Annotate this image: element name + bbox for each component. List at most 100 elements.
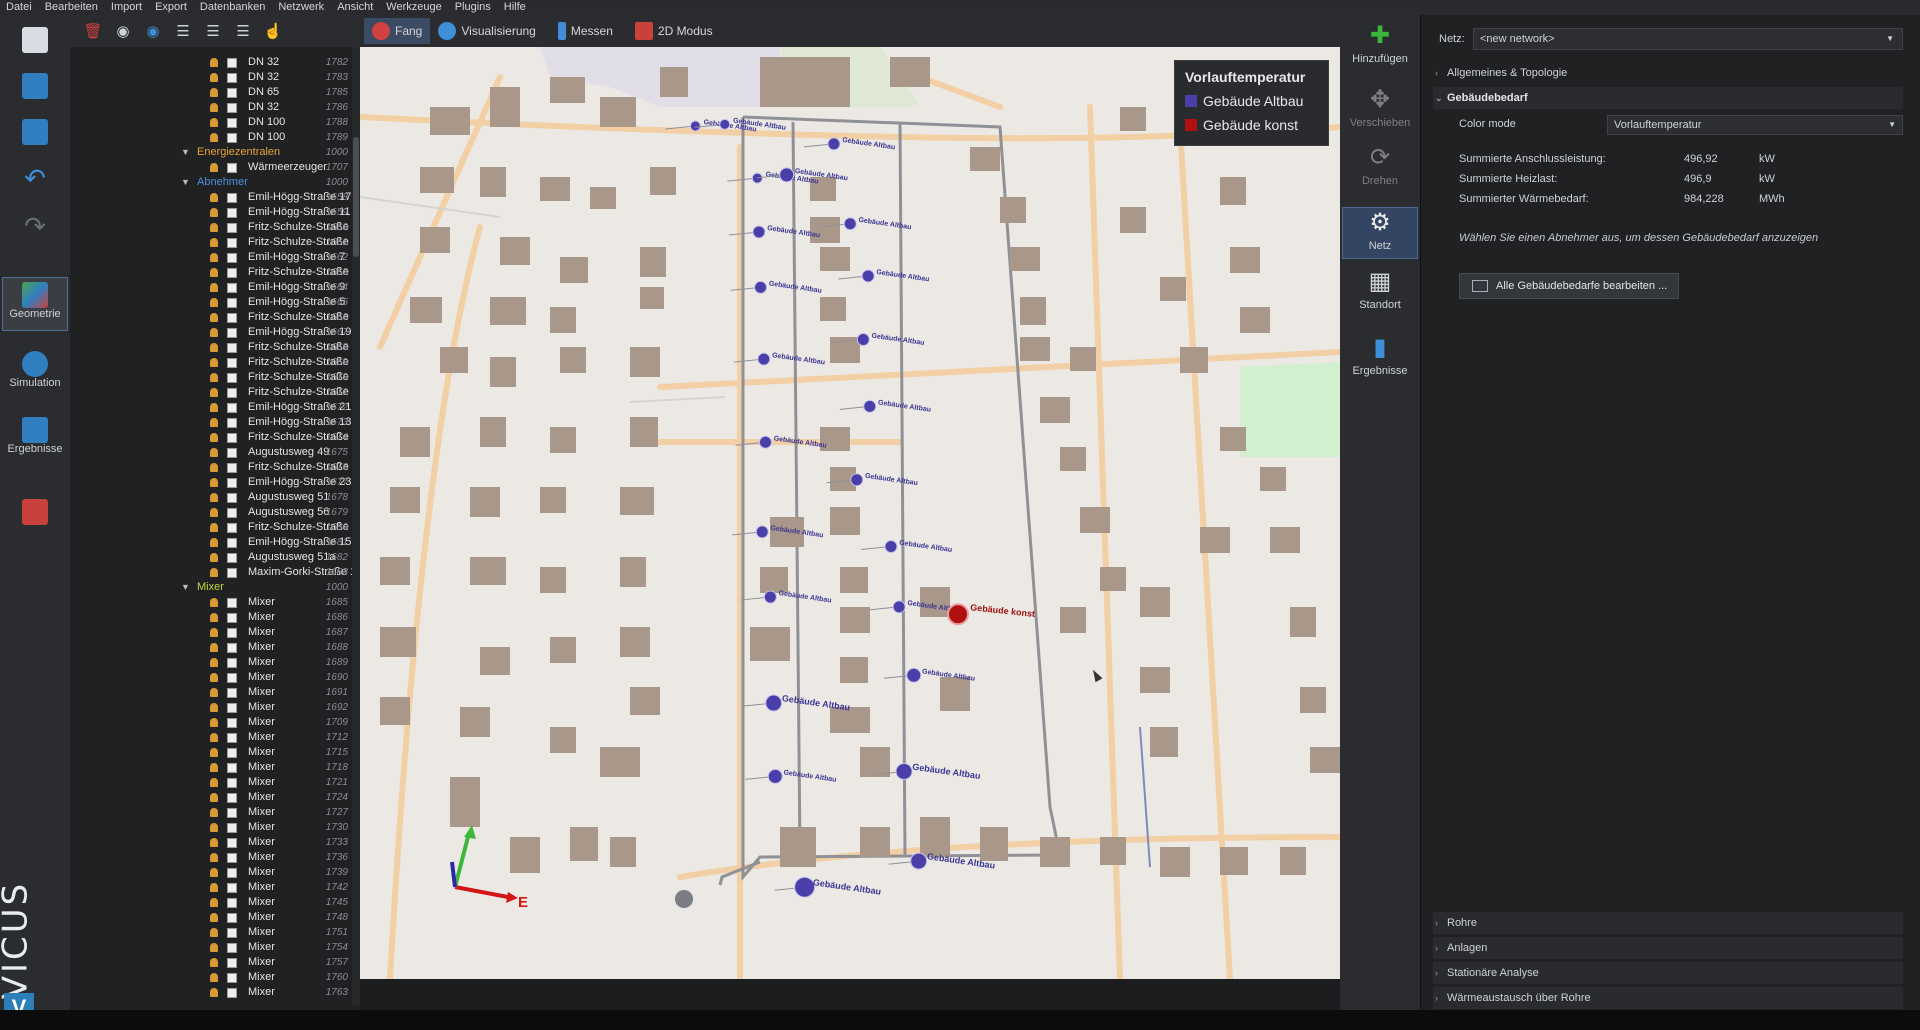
building[interactable] [610, 837, 636, 867]
consumer-node[interactable] [758, 435, 772, 449]
building[interactable] [1270, 527, 1300, 553]
tree-item[interactable]: Mixer 1748 [70, 910, 352, 925]
checkbox[interactable] [227, 388, 237, 398]
select-all-icon[interactable]: ☰ [172, 20, 194, 42]
expand-arrow-icon[interactable]: ▼ [181, 175, 190, 190]
tree-item[interactable]: DN 65 1785 [70, 85, 352, 100]
building[interactable] [1220, 847, 1248, 875]
building[interactable] [750, 627, 790, 661]
building[interactable] [1140, 587, 1170, 617]
checkbox[interactable] [227, 223, 237, 233]
tree-item[interactable]: Augustusweg 51a 1682 [70, 550, 352, 565]
network-button[interactable]: ⚙ Netz [1342, 207, 1418, 259]
building[interactable] [430, 107, 470, 135]
consumer-node[interactable] [850, 473, 864, 487]
building[interactable] [550, 727, 576, 753]
tree-item[interactable]: Fritz-Schulze-Straße 4 1669 [70, 355, 352, 370]
building[interactable] [640, 247, 666, 277]
tree-item[interactable]: Mixer 1733 [70, 835, 352, 850]
redo-button[interactable]: ↷ [2, 211, 68, 242]
tree-item[interactable]: Augustusweg 51 1678 [70, 490, 352, 505]
tree-item[interactable]: Mixer 1760 [70, 970, 352, 985]
building[interactable] [1150, 727, 1178, 757]
building[interactable] [1040, 397, 1070, 423]
tree-item[interactable]: Mixer 1691 [70, 685, 352, 700]
tree-item[interactable]: Mixer 1718 [70, 760, 352, 775]
checkbox[interactable] [227, 478, 237, 488]
tree-item[interactable]: Fritz-Schulze-Straße 141676 [70, 460, 352, 475]
visibility-bulb-icon[interactable] [210, 313, 218, 322]
visibility-bulb-icon[interactable] [210, 613, 218, 622]
building[interactable] [510, 837, 540, 873]
tree-scroll-thumb[interactable] [353, 137, 359, 257]
checkbox[interactable] [227, 943, 237, 953]
visibility-bulb-icon[interactable] [210, 958, 218, 967]
building[interactable] [550, 427, 576, 453]
visibility-bulb-icon[interactable] [210, 718, 218, 727]
checkbox[interactable] [227, 403, 237, 413]
building[interactable] [840, 607, 870, 633]
tree-item[interactable]: Emil-Högg-Straße 23 1677 [70, 475, 352, 490]
checkbox[interactable] [227, 748, 237, 758]
tree-group[interactable]: ▼ Energiezentralen 1000 [70, 145, 352, 160]
tree-group[interactable]: ▼ Mixer 1000 [70, 580, 352, 595]
section-rohre[interactable]: › Rohre [1433, 912, 1903, 934]
checkbox[interactable] [227, 928, 237, 938]
building[interactable] [1060, 607, 1086, 633]
consumer-node[interactable] [906, 667, 922, 683]
building[interactable] [760, 567, 788, 593]
nav-geometrie[interactable]: Geometrie [2, 277, 68, 331]
menu-item[interactable]: Ansicht [331, 0, 380, 15]
menu-item[interactable]: Plugins [449, 0, 498, 15]
building[interactable] [560, 347, 586, 373]
tree-item[interactable]: Mixer 1688 [70, 640, 352, 655]
visibility-bulb-icon[interactable] [210, 448, 218, 457]
tree-item[interactable]: Emil-Högg-Straße 9 1664 [70, 280, 352, 295]
save-button[interactable] [2, 113, 68, 145]
tree-item[interactable]: Fritz-Schulze-Straße 181671 [70, 385, 352, 400]
building[interactable] [450, 777, 480, 827]
checkbox[interactable] [227, 553, 237, 563]
tree-item[interactable]: Emil-Högg-Straße 13 1673 [70, 415, 352, 430]
visibility-bulb-icon[interactable] [210, 598, 218, 607]
tree-item[interactable]: DN 100 1788 [70, 115, 352, 130]
visibility-bulb-icon[interactable] [210, 793, 218, 802]
building[interactable] [1060, 447, 1086, 471]
checkbox[interactable] [227, 358, 237, 368]
checkbox[interactable] [227, 913, 237, 923]
building[interactable] [1310, 747, 1340, 773]
visibility-bulb-icon[interactable] [210, 553, 218, 562]
building[interactable] [1070, 347, 1096, 371]
tree-item[interactable]: Mixer 1689 [70, 655, 352, 670]
section-anlagen[interactable]: › Anlagen [1433, 937, 1903, 959]
visibility-bulb-icon[interactable] [210, 883, 218, 892]
visibility-bulb-icon[interactable] [210, 988, 218, 997]
consumer-node[interactable] [861, 269, 875, 283]
nav-simulation[interactable]: Simulation [2, 345, 68, 399]
building[interactable] [480, 417, 506, 447]
building[interactable] [1200, 527, 1230, 553]
visibility-bulb-icon[interactable] [210, 673, 218, 682]
section-gebaeudebedarf[interactable]: ⌄ Gebäudebedarf [1433, 87, 1903, 109]
building[interactable] [440, 347, 468, 373]
building[interactable] [920, 817, 950, 857]
building[interactable] [640, 287, 664, 309]
checkbox[interactable] [227, 253, 237, 263]
tree-item[interactable]: Mixer 1757 [70, 955, 352, 970]
menu-item[interactable]: Bearbeiten [39, 0, 105, 15]
building[interactable] [470, 557, 506, 585]
visibility-bulb-icon[interactable] [210, 763, 218, 772]
tree-item[interactable]: Mixer 1687 [70, 625, 352, 640]
tree-item[interactable]: Fritz-Schulze-Straße 121661 [70, 235, 352, 250]
tree-item[interactable]: Augustusweg 49 1675 [70, 445, 352, 460]
visibility-bulb-icon[interactable] [210, 298, 218, 307]
tree-item[interactable]: Mixer 1742 [70, 880, 352, 895]
building[interactable] [500, 237, 530, 265]
menu-item[interactable]: Import [105, 0, 149, 15]
tree-item[interactable]: Mixer 1686 [70, 610, 352, 625]
menu-item[interactable]: Export [149, 0, 194, 15]
visibility-bulb-icon[interactable] [210, 913, 218, 922]
visibility-bulb-icon[interactable] [210, 73, 218, 82]
visibility-bulb-icon[interactable] [210, 463, 218, 472]
consumer-node[interactable] [779, 167, 795, 183]
